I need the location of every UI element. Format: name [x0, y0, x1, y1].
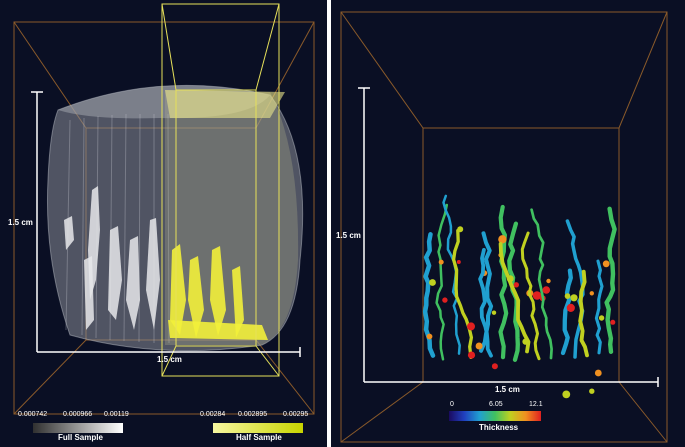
vertical-scale-label: 1.5 cm: [8, 218, 33, 227]
half-sample-title: Half Sample: [236, 433, 282, 442]
thick-node: [562, 390, 571, 399]
thick-node: [426, 333, 433, 340]
left-render-canvas: [0, 0, 327, 447]
thick-node: [467, 351, 476, 359]
thick-node: [546, 278, 551, 284]
right-render-canvas: [331, 0, 685, 447]
thick-node: [491, 363, 498, 370]
full-sample-title: Full Sample: [58, 433, 103, 442]
thick-node: [522, 338, 529, 345]
horizontal-scale-label: 1.5 cm: [495, 385, 520, 394]
thick-node: [589, 291, 594, 296]
thick-node: [442, 297, 448, 303]
thick-node: [598, 315, 605, 321]
thick-node: [429, 279, 436, 286]
thick-node: [491, 310, 497, 315]
full-sample-tick-min: 0.000742: [18, 411, 48, 418]
thickness-tick-max: 12.1: [529, 401, 543, 408]
right-background: [331, 0, 685, 447]
full-sample-gradient-bar: [33, 423, 123, 433]
thick-node: [589, 388, 595, 394]
thick-node: [475, 342, 483, 350]
thick-node: [566, 303, 575, 312]
horizontal-scale-label: 1.5 cm: [157, 355, 182, 364]
thickness-tick-mid: 6.05: [489, 401, 503, 408]
thick-node: [438, 259, 444, 265]
thickness-render-panel: 1.5 cm 1.5 cm 0 6.05 12.1 Thickness: [331, 0, 685, 447]
thick-node: [570, 294, 578, 302]
thickness-title: Thickness: [479, 423, 519, 432]
half-sample-volume: [165, 90, 299, 345]
full-sample-tick-mid: 0.000966: [63, 411, 93, 418]
thick-node: [602, 260, 610, 268]
half-sample-gradient-bar: [213, 423, 303, 433]
thickness-gradient-bar: [449, 411, 541, 421]
full-sample-tick-max: 0.00119: [104, 411, 129, 418]
half-sample-tick-min: 0.00284: [200, 411, 226, 418]
thick-node: [467, 322, 475, 331]
thick-node: [513, 282, 519, 288]
full-sample-render-panel: 1.5 cm 1.5 cm 0.000742 0.000966 0.00119 …: [0, 0, 327, 447]
thickness-tick-min: 0: [450, 401, 454, 408]
thick-node: [498, 235, 507, 244]
vertical-scale-label: 1.5 cm: [336, 231, 361, 240]
thick-node: [564, 293, 571, 299]
thick-node: [456, 260, 461, 264]
thick-node: [610, 319, 616, 325]
thick-node: [542, 286, 551, 294]
half-sample-tick-mid: 0.002895: [238, 411, 268, 418]
half-sample-tick-max: 0.00295: [283, 411, 309, 418]
thick-node: [594, 369, 602, 377]
